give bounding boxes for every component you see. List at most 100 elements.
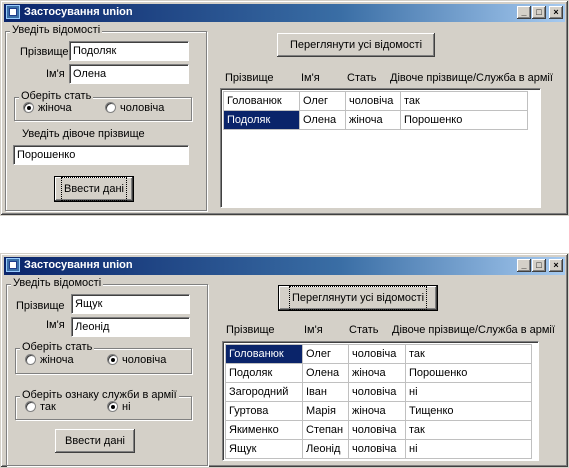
app-window-1: Застосування union _ □ × Уведіть відомос… — [0, 0, 569, 216]
name-field[interactable]: Олена — [69, 64, 189, 84]
gender-female-radio[interactable]: жіноча — [23, 102, 72, 114]
cell-gender: чоловіча — [348, 439, 406, 459]
records-list[interactable]: Голованюк Олег чоловіча так Подоляк Олен… — [220, 88, 541, 208]
records-list[interactable]: Голованюк Олег чоловіча так Подоляк Олен… — [222, 341, 539, 461]
cell-name: Степан — [302, 420, 349, 440]
army-no-label: ні — [122, 401, 131, 413]
table-row[interactable]: Загородний Іван чоловіча ні — [225, 382, 532, 402]
close-button[interactable]: × — [549, 259, 563, 272]
cell-name: Олена — [299, 110, 346, 130]
app-window-2: Застосування union _ □ × Уведіть відомос… — [0, 253, 569, 468]
radio-selected-icon — [107, 354, 118, 365]
maximize-button[interactable]: □ — [532, 259, 546, 272]
cell-maiden-army: так — [405, 420, 532, 440]
surname-label: Прізвище — [20, 46, 69, 58]
name-label: Ім'я — [46, 68, 65, 80]
cell-maiden-army: Порошенко — [405, 363, 532, 383]
column-header-surname: Прізвище — [225, 72, 274, 84]
army-no-radio[interactable]: ні — [107, 401, 131, 413]
view-all-button[interactable]: Переглянути усі відомості — [277, 33, 435, 57]
name-field[interactable]: Леонід — [71, 317, 190, 337]
name-label: Ім'я — [46, 319, 65, 331]
table-row-selected[interactable]: Подоляк Олена жіноча Порошенко — [223, 110, 528, 130]
table-row[interactable]: Гуртова Марія жіноча Тищенко — [225, 401, 532, 421]
submit-button[interactable]: Ввести дані — [55, 429, 135, 453]
cell-gender: чоловіча — [345, 91, 401, 111]
table-row[interactable]: Голованюк Олег чоловіча так — [223, 91, 528, 111]
column-header-maiden-army: Дівоче прізвище/Служба в армії — [392, 324, 555, 336]
cell-surname: Подоляк — [225, 363, 303, 383]
close-button[interactable]: × — [549, 6, 563, 19]
radio-empty-icon — [25, 401, 36, 412]
cell-gender: чоловіча — [348, 420, 406, 440]
cell-surname: Голованюк — [223, 91, 300, 111]
radio-empty-icon — [25, 354, 36, 365]
records-table: Голованюк Олег чоловіча так Подоляк Олен… — [223, 91, 528, 130]
cell-maiden-army: Тищенко — [405, 401, 532, 421]
maiden-name-prompt: Уведіть дівоче прізвище — [22, 128, 145, 140]
cell-surname: Голованюк — [225, 344, 303, 364]
cell-maiden-army: так — [405, 344, 532, 364]
cell-surname: Гуртова — [225, 401, 303, 421]
column-header-maiden-army: Дівоче прізвище/Служба в армії — [390, 72, 553, 84]
maximize-button[interactable]: □ — [532, 6, 546, 19]
surname-field[interactable]: Подоляк — [69, 41, 189, 61]
table-row[interactable]: Ящук Леонід чоловіча ні — [225, 439, 532, 459]
input-group-label: Уведіть відомості — [10, 24, 103, 36]
app-icon — [6, 258, 20, 272]
cell-name: Олена — [302, 363, 349, 383]
column-header-name: Ім'я — [301, 72, 320, 84]
surname-field[interactable]: Ящук — [71, 294, 190, 314]
cell-maiden-army: ні — [405, 382, 532, 402]
gender-group-label: Оберіть стать — [19, 90, 94, 102]
surname-label: Прізвище — [16, 300, 65, 312]
input-group-label: Уведіть відомості — [11, 277, 104, 289]
cell-maiden-army: Порошенко — [400, 110, 528, 130]
submit-button-label: Ввести дані — [61, 177, 127, 201]
window-title: Застосування union — [24, 259, 133, 271]
minimize-button[interactable]: _ — [517, 259, 531, 272]
column-header-gender: Стать — [349, 324, 379, 336]
gender-male-label: чоловіча — [120, 102, 165, 114]
cell-gender: чоловіча — [348, 344, 406, 364]
cell-surname: Якименко — [225, 420, 303, 440]
cell-gender: чоловіча — [348, 382, 406, 402]
submit-button[interactable]: Ввести дані — [54, 176, 134, 202]
title-bar[interactable]: Застосування union _ □ × — [4, 4, 565, 22]
army-yes-label: так — [40, 401, 56, 413]
army-yes-radio[interactable]: так — [25, 401, 56, 413]
gender-group-label: Оберіть стать — [20, 341, 95, 353]
maiden-name-field[interactable]: Порошенко — [13, 145, 189, 165]
column-header-name: Ім'я — [304, 324, 323, 336]
cell-gender: жіноча — [348, 401, 406, 421]
view-all-button[interactable]: Переглянути усі відомості — [278, 285, 438, 311]
radio-empty-icon — [105, 102, 116, 113]
cell-name: Олег — [299, 91, 346, 111]
gender-female-radio[interactable]: жіноча — [25, 354, 74, 366]
column-header-surname: Прізвище — [226, 324, 275, 336]
table-row[interactable]: Подоляк Олена жіноча Порошенко — [225, 363, 532, 383]
cell-gender: жіноча — [345, 110, 401, 130]
cell-name: Олег — [302, 344, 349, 364]
gender-female-label: жіноча — [38, 102, 72, 114]
view-all-button-label: Переглянути усі відомості — [288, 286, 428, 310]
cell-name: Леонід — [302, 439, 349, 459]
cell-surname: Ящук — [225, 439, 303, 459]
app-icon — [6, 5, 20, 19]
cell-surname: Загородний — [225, 382, 303, 402]
cell-maiden-army: ні — [405, 439, 532, 459]
table-row[interactable]: Якименко Степан чоловіча так — [225, 420, 532, 440]
records-table: Голованюк Олег чоловіча так Подоляк Олен… — [225, 344, 532, 459]
gender-male-radio[interactable]: чоловіча — [107, 354, 166, 366]
table-row-selected[interactable]: Голованюк Олег чоловіча так — [225, 344, 532, 364]
gender-male-radio[interactable]: чоловіча — [105, 102, 164, 114]
cell-gender: жіноча — [348, 363, 406, 383]
minimize-button[interactable]: _ — [517, 6, 531, 19]
title-bar[interactable]: Застосування union _ □ × — [4, 257, 565, 275]
gender-female-label: жіноча — [40, 354, 74, 366]
radio-selected-icon — [23, 102, 34, 113]
cell-name: Іван — [302, 382, 349, 402]
army-service-group-label: Оберіть ознаку служби в армії — [20, 389, 179, 401]
cell-maiden-army: так — [400, 91, 528, 111]
gender-male-label: чоловіча — [122, 354, 167, 366]
